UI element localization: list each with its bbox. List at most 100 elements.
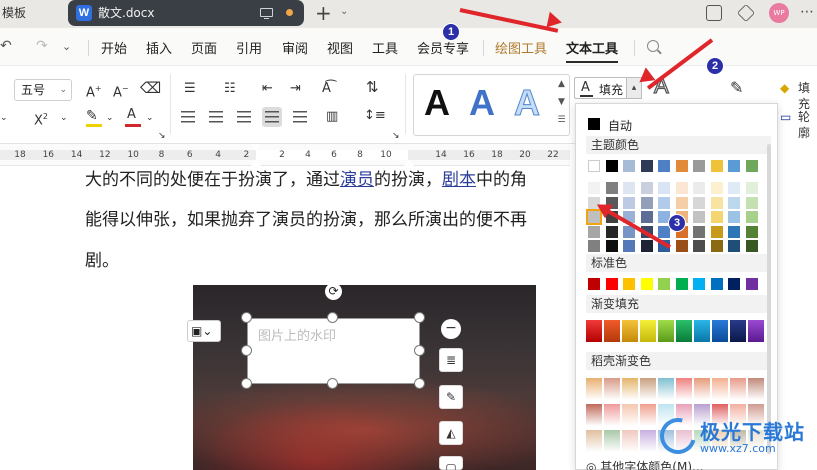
scroll-up-icon[interactable]: ▲ [556,79,567,89]
standard-color-swatch[interactable] [710,278,723,290]
gradient-fill-swatch[interactable] [586,320,602,342]
unsaved-dot-icon[interactable] [286,9,293,16]
preset-gradient-swatch[interactable] [604,404,620,426]
chevron-down-icon[interactable]: ⌄ [60,110,68,126]
preset-gradient-swatch[interactable] [622,378,638,400]
preset-gradient-swatch[interactable] [586,404,602,426]
theme-shade-swatch[interactable] [675,240,688,252]
numbered-list-icon[interactable]: ☷ [224,81,236,97]
gradient-fill-swatch[interactable] [730,320,746,342]
auto-color-option[interactable]: 自动 [576,104,779,136]
gradient-fill-swatch[interactable] [604,320,620,342]
text-style-black-icon[interactable]: A [424,83,450,123]
theme-shade-swatch[interactable] [623,196,635,209]
watermark-placeholder[interactable]: 图片上的水印 [258,325,336,344]
menu-member[interactable]: 会员专享 [417,38,469,57]
shape-fill-icon[interactable]: ◆ [780,80,789,96]
theme-shade-swatch[interactable] [623,240,635,252]
theme-shade-swatch[interactable] [693,182,705,194]
shrink-font-icon[interactable]: A− [113,81,129,101]
columns-icon[interactable]: ▥ [326,109,338,125]
theme-shade-swatch[interactable] [588,182,600,194]
menu-home[interactable]: 开始 [101,38,127,57]
theme-shade-swatch[interactable] [728,211,740,223]
first-line-indent-marker[interactable] [251,144,261,151]
preset-gradient-swatch[interactable] [712,378,728,400]
hanging-indent-marker[interactable] [251,159,261,166]
standard-color-swatch[interactable] [728,278,740,290]
hyperlink-script[interactable]: 剧本 [442,170,476,190]
highlight-icon[interactable]: ✎ [86,108,98,124]
avatar[interactable]: WP [769,3,789,23]
tab-document[interactable]: W 散文.docx [68,0,304,26]
theme-shade-swatch[interactable] [728,225,740,238]
theme-shade-swatch[interactable] [640,211,653,223]
theme-shade-swatch[interactable] [588,240,600,252]
theme-shade-swatch[interactable] [693,225,705,238]
chevron-down-icon[interactable]: ⌄ [0,110,8,126]
preset-gradient-swatch[interactable] [586,378,602,400]
gradient-fill-swatch[interactable] [712,320,728,342]
standard-color-swatch[interactable] [693,278,705,290]
standard-color-swatch[interactable] [605,278,618,290]
theme-shade-swatch[interactable] [675,182,688,194]
theme-color-swatch[interactable] [640,160,653,172]
theme-color-swatch[interactable] [675,160,688,172]
fill-bucket-icon[interactable]: ◭ [439,421,463,445]
menu-drawing-tools[interactable]: 绘图工具 [495,38,547,57]
gradient-fill-swatch[interactable] [694,320,710,342]
theme-shade-swatch[interactable] [605,240,618,252]
new-tab-button[interactable]: + [315,1,332,25]
align-left-button[interactable] [178,107,198,127]
standard-color-swatch[interactable] [658,278,670,290]
redo-icon[interactable]: ↷ [36,38,48,54]
gradient-fill-swatch[interactable] [748,320,764,342]
preset-gradient-swatch[interactable] [622,404,638,426]
preset-gradient-swatch[interactable] [694,378,710,400]
theme-shade-swatch[interactable] [640,240,653,252]
theme-color-swatch[interactable] [693,160,705,172]
resize-handle[interactable] [414,312,425,323]
menu-text-tools[interactable]: 文本工具 [566,38,618,57]
menu-references[interactable]: 引用 [236,38,262,57]
gradient-fill-swatch[interactable] [676,320,692,342]
standard-color-swatch[interactable] [675,278,688,290]
preset-gradient-swatch[interactable] [658,378,674,400]
eraser-icon[interactable]: ⌫ [140,80,161,96]
theme-shade-swatch[interactable] [658,196,670,209]
theme-shade-swatch[interactable] [745,211,758,223]
collapse-icon[interactable]: − [441,319,461,339]
theme-shade-swatch[interactable] [588,225,600,238]
menu-page[interactable]: 页面 [191,38,217,57]
theme-shade-swatch[interactable] [693,196,705,209]
layout-options-button[interactable]: ▣⌄ [187,320,221,342]
theme-color-swatch[interactable] [658,160,670,172]
theme-shade-swatch[interactable] [728,182,740,194]
crop-icon[interactable]: ▢ [439,456,463,470]
preset-gradient-swatch[interactable] [748,378,764,400]
theme-shade-swatch[interactable] [605,225,618,238]
theme-shade-swatch[interactable] [640,182,653,194]
text-style-outline-icon[interactable]: A [514,82,541,123]
resize-handle[interactable] [327,378,338,389]
watermark-text-box[interactable]: 图片上的水印 [247,318,420,384]
preset-gradient-swatch[interactable] [640,404,656,426]
text-style-blue-icon[interactable]: A [469,83,495,123]
preset-gradient-swatch[interactable] [730,378,746,400]
preset-gradient-swatch[interactable] [640,430,656,452]
menu-review[interactable]: 审阅 [282,38,308,57]
cube-icon[interactable] [736,3,756,23]
theme-shade-swatch[interactable] [675,196,688,209]
resize-handle[interactable] [414,378,425,389]
distributed-button[interactable] [290,107,310,127]
chevron-down-icon[interactable]: ⌄ [62,40,71,53]
theme-shade-swatch[interactable] [745,225,758,238]
resize-handle[interactable] [327,312,338,323]
document-canvas[interactable]: 大的不同的处便在于扮演了，通过演员的扮演，剧本中的角 能得以伸张，如果抛弃了演员… [0,166,575,470]
preset-gradient-swatch[interactable] [604,378,620,400]
decrease-indent-icon[interactable]: ⇤ [262,81,273,97]
theme-shade-swatch[interactable] [640,196,653,209]
theme-shade-swatch[interactable] [710,196,723,209]
text-wrap-icon[interactable]: ≣ [439,348,463,372]
standard-color-swatch[interactable] [745,278,758,290]
